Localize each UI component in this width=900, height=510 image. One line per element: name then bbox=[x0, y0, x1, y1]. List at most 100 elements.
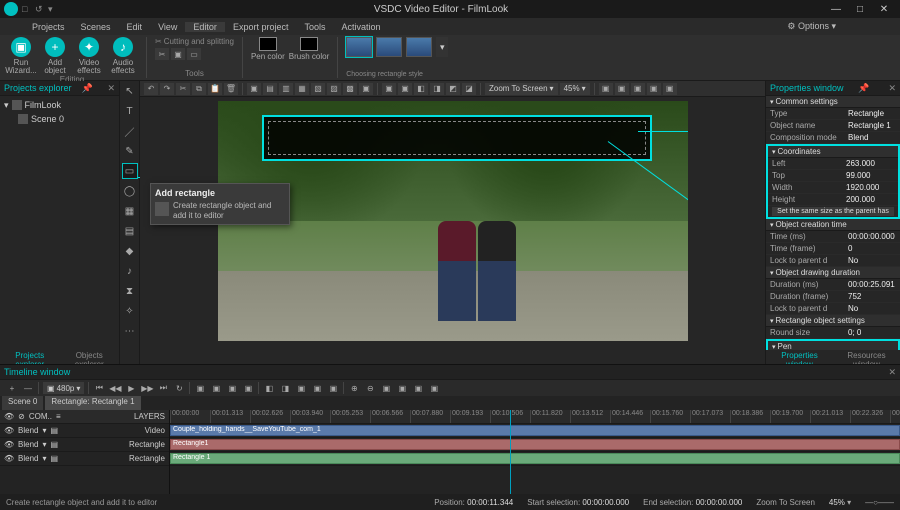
timeline-ruler[interactable]: 00:00:0000:01.31300:02.62600:03.94000:05… bbox=[170, 410, 900, 424]
tl-d1[interactable]: ⊕ bbox=[348, 382, 360, 394]
opt-a5[interactable]: ▧ bbox=[311, 83, 325, 95]
prop-dur[interactable]: 00:00:25.091 bbox=[848, 280, 896, 289]
opt-a7[interactable]: ▩ bbox=[343, 83, 357, 95]
tl-c2[interactable]: ◨ bbox=[279, 382, 291, 394]
eye-icon[interactable]: 👁 bbox=[4, 412, 14, 421]
tl-d2[interactable]: ⊖ bbox=[364, 382, 376, 394]
properties-window-tab[interactable]: Properties window bbox=[766, 350, 833, 364]
tl-fwd[interactable]: ▶▶ bbox=[141, 382, 153, 394]
tl-back[interactable]: ◀◀ bbox=[109, 382, 121, 394]
section-pen[interactable]: Pen bbox=[768, 341, 898, 350]
tl-loop[interactable]: ↻ bbox=[173, 382, 185, 394]
opt-b2[interactable]: ▣ bbox=[398, 83, 412, 95]
track-rect2[interactable]: Rectangle 1 bbox=[170, 452, 900, 466]
menu-tools[interactable]: Tools bbox=[296, 22, 333, 32]
prop-height[interactable]: 200.000 bbox=[846, 195, 894, 204]
track-rect1[interactable]: Rectangle1 bbox=[170, 438, 900, 452]
menu-export[interactable]: Export project bbox=[225, 22, 297, 32]
prop-width[interactable]: 1920.000 bbox=[846, 183, 894, 192]
tool-pointer[interactable]: ↖ bbox=[122, 83, 138, 99]
prop-durf[interactable]: 752 bbox=[848, 292, 896, 301]
playhead[interactable] bbox=[510, 410, 511, 494]
tl-c4[interactable]: ▣ bbox=[311, 382, 323, 394]
tool-counter[interactable]: ⧗ bbox=[122, 283, 138, 299]
tl-b3[interactable]: ▣ bbox=[226, 382, 238, 394]
prop-timef[interactable]: 0 bbox=[848, 244, 896, 253]
tree-scene-node[interactable]: Scene 0 bbox=[4, 112, 115, 126]
pin-icon[interactable]: 📌 bbox=[858, 83, 869, 94]
opt-c1[interactable]: ▣ bbox=[599, 83, 613, 95]
clip-video[interactable]: Couple_holding_hands__SaveYouTube_com_1 bbox=[170, 425, 900, 436]
timeline-tab-scene[interactable]: Scene 0 bbox=[2, 396, 43, 410]
opt-redo[interactable]: ↷ bbox=[160, 83, 174, 95]
track-row-video[interactable]: 👁Blend▾▤Video bbox=[0, 424, 169, 438]
prop-lockd[interactable]: No bbox=[848, 304, 896, 313]
opt-copy[interactable]: ⧉ bbox=[192, 83, 206, 95]
opt-b1[interactable]: ▣ bbox=[382, 83, 396, 95]
tool-sprite[interactable]: ✧ bbox=[122, 303, 138, 319]
opt-b4[interactable]: ◨ bbox=[430, 83, 444, 95]
opt-paste[interactable]: 📋 bbox=[208, 83, 222, 95]
opt-a3[interactable]: ▥ bbox=[279, 83, 293, 95]
tool-more[interactable]: ⋯ bbox=[122, 323, 138, 339]
selected-rectangle-overlay[interactable] bbox=[262, 115, 652, 161]
rect-style-more[interactable]: ▾ bbox=[436, 37, 448, 57]
tl-play[interactable]: ▶ bbox=[125, 382, 137, 394]
tool-cut3[interactable]: ▭ bbox=[187, 48, 201, 60]
tl-c1[interactable]: ◧ bbox=[263, 382, 275, 394]
pen-color-button[interactable]: Pen color bbox=[251, 37, 285, 61]
status-slider[interactable]: —○—— bbox=[865, 498, 894, 507]
tl-add[interactable]: + bbox=[6, 382, 18, 394]
video-effects-button[interactable]: ✦Video effects bbox=[74, 37, 104, 75]
opt-a1[interactable]: ▣ bbox=[247, 83, 261, 95]
section-rect[interactable]: Rectangle object settings bbox=[766, 315, 900, 327]
clip-rect2[interactable]: Rectangle 1 bbox=[170, 453, 900, 464]
tl-remove[interactable]: — bbox=[22, 382, 34, 394]
tl-c3[interactable]: ▣ bbox=[295, 382, 307, 394]
prop-left[interactable]: 263.000 bbox=[846, 159, 894, 168]
opt-cut[interactable]: ✂ bbox=[176, 83, 190, 95]
opt-c2[interactable]: ▣ bbox=[615, 83, 629, 95]
zoom-percent-dropdown[interactable]: 45% ▾ bbox=[560, 83, 590, 95]
tool-chart[interactable]: ▤ bbox=[122, 223, 138, 239]
opt-b3[interactable]: ◧ bbox=[414, 83, 428, 95]
titlebar-quick-icons[interactable]: □ ↺ ▾ bbox=[22, 4, 58, 14]
lock-icon[interactable]: ⊘ bbox=[18, 412, 25, 421]
rect-style-3[interactable] bbox=[406, 37, 432, 57]
section-common[interactable]: Common settings bbox=[766, 96, 900, 108]
tl-d6[interactable]: ▣ bbox=[428, 382, 440, 394]
tool-image[interactable]: ▦ bbox=[122, 203, 138, 219]
tree-project-node[interactable]: ▾FilmLook bbox=[4, 98, 115, 112]
clip-rect1[interactable]: Rectangle1 bbox=[170, 439, 900, 450]
tool-cut2[interactable]: ▣ bbox=[171, 48, 185, 60]
objects-explorer-tab[interactable]: Objects explorer bbox=[60, 350, 120, 364]
opt-a4[interactable]: ▦ bbox=[295, 83, 309, 95]
timeline-tab-rectangle[interactable]: Rectangle: Rectangle 1 bbox=[45, 396, 140, 410]
opt-b6[interactable]: ◪ bbox=[462, 83, 476, 95]
opt-a8[interactable]: ▣ bbox=[359, 83, 373, 95]
opt-c4[interactable]: ▣ bbox=[647, 83, 661, 95]
brush-color-button[interactable]: Brush color bbox=[289, 37, 329, 61]
section-drawing[interactable]: Object drawing duration bbox=[766, 267, 900, 279]
track-row-rect2[interactable]: 👁Blend▾▤Rectangle bbox=[0, 452, 169, 466]
audio-effects-button[interactable]: ♪Audio effects bbox=[108, 37, 138, 75]
run-wizard-button[interactable]: ▣Run Wizard... bbox=[6, 37, 36, 75]
opt-undo[interactable]: ↶ bbox=[144, 83, 158, 95]
tool-rectangle[interactable]: ▭ bbox=[122, 163, 138, 179]
tool-cut1[interactable]: ✂ bbox=[155, 48, 169, 60]
prop-time[interactable]: 00:00:00.000 bbox=[848, 232, 896, 241]
resources-window-tab[interactable]: Resources window bbox=[833, 350, 900, 364]
tl-res-dropdown[interactable]: ▣ 480p ▾ bbox=[43, 382, 84, 394]
menu-view[interactable]: View bbox=[150, 22, 185, 32]
tl-b2[interactable]: ▣ bbox=[210, 382, 222, 394]
menu-activation[interactable]: Activation bbox=[333, 22, 388, 32]
tool-audio[interactable]: ♪ bbox=[122, 263, 138, 279]
track-row-rect1[interactable]: 👁Blend▾▤Rectangle bbox=[0, 438, 169, 452]
zoom-mode-dropdown[interactable]: Zoom To Screen ▾ bbox=[485, 83, 558, 95]
tl-b4[interactable]: ▣ bbox=[242, 382, 254, 394]
tool-pencil[interactable]: ✎ bbox=[122, 143, 138, 159]
close-panel-icon[interactable]: ✕ bbox=[888, 367, 896, 378]
prop-top[interactable]: 99.000 bbox=[846, 171, 894, 180]
tl-prev[interactable]: ⏮ bbox=[93, 382, 105, 394]
same-size-as-parent-button[interactable]: Set the same size as the parent has bbox=[772, 207, 894, 216]
